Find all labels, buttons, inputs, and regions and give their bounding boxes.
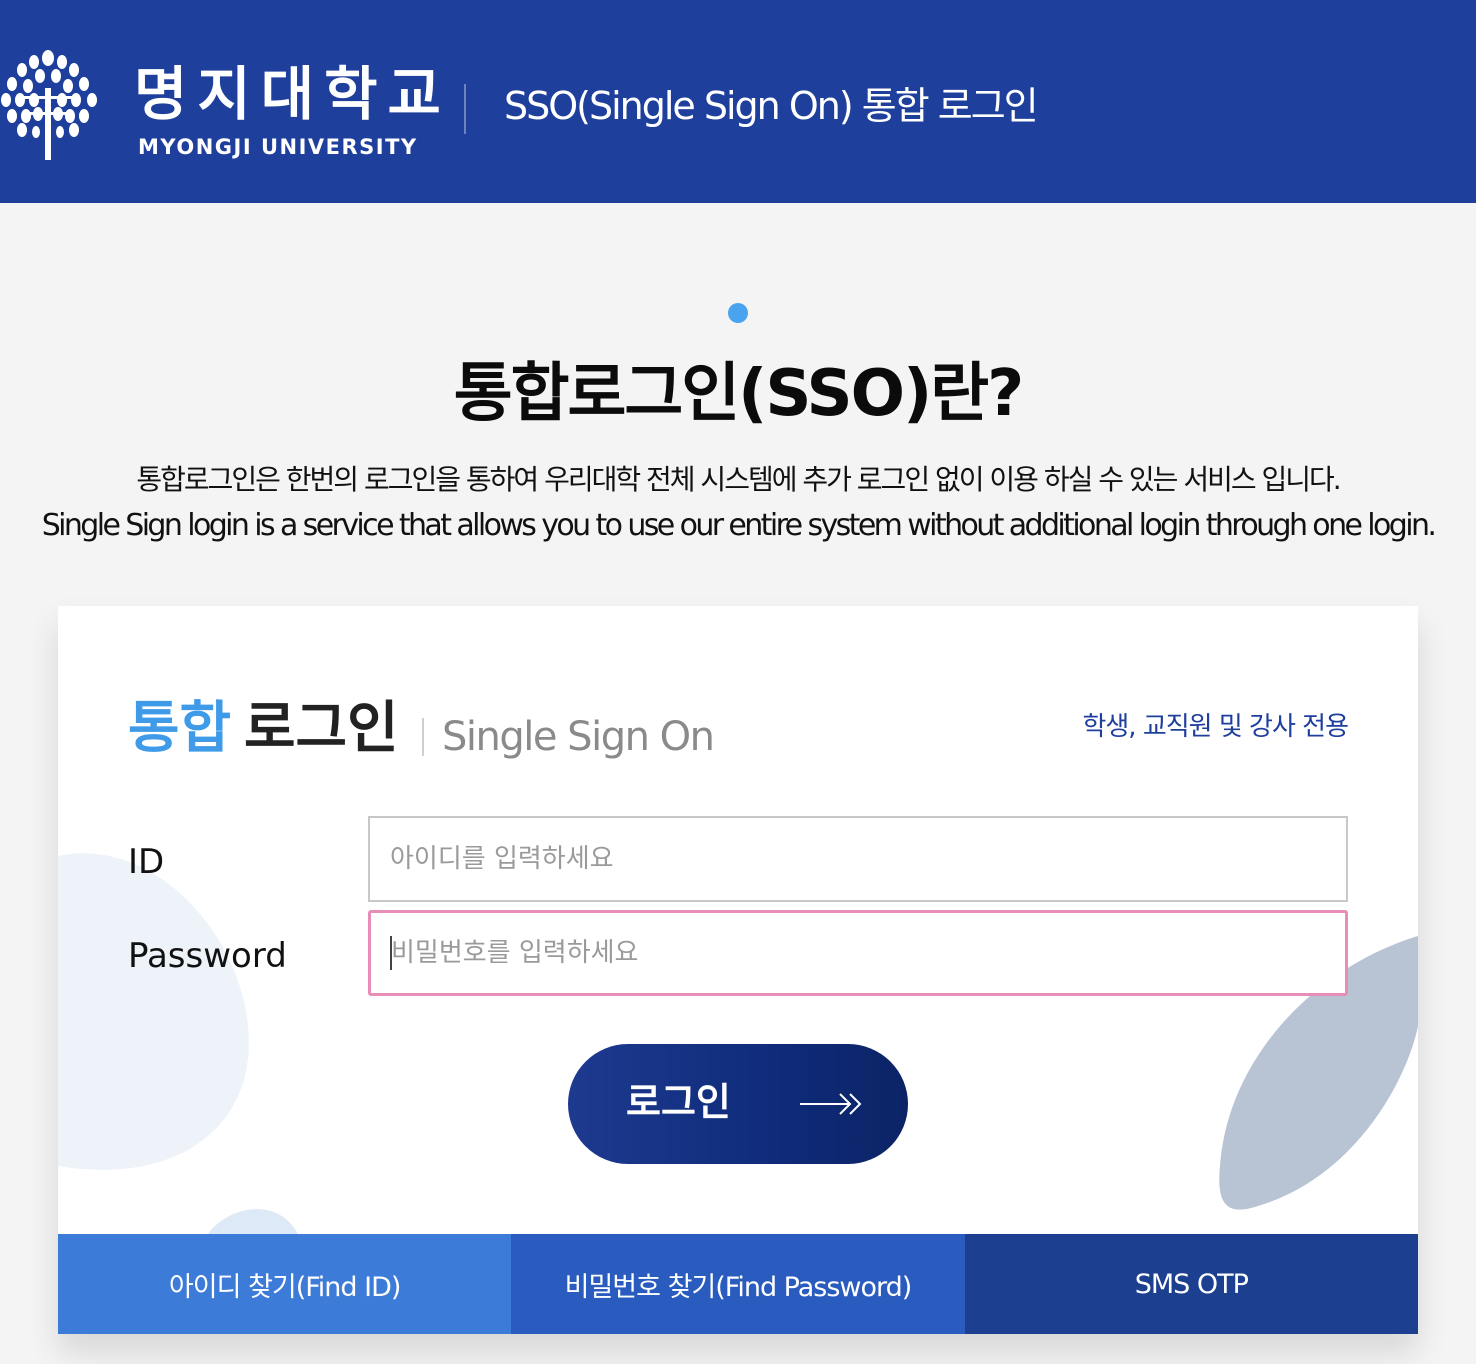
card-title-divider — [422, 718, 424, 756]
sms-otp-link[interactable]: SMS OTP — [964, 1234, 1418, 1334]
bottom-link-bar: 아이디 찾기(Find ID) 비밀번호 찾기(Find Password) S… — [58, 1234, 1418, 1334]
tree-icon — [1, 50, 97, 160]
login-button-label: 로그인 — [626, 1082, 731, 1124]
intro-dot — [728, 303, 748, 323]
university-name-english: MYONGJI UNIVERSITY — [138, 135, 418, 159]
card-title-highlight: 통합 — [128, 696, 232, 761]
password-input[interactable] — [368, 910, 1348, 996]
arrow-right-icon — [800, 1093, 862, 1115]
header-bar: 명지대학교 MYONGJI UNIVERSITY SSO(Single Sign… — [0, 0, 1476, 203]
header-title: SSO(Single Sign On) 통합 로그인 — [504, 84, 1039, 128]
login-card: 통합 로그인 Single Sign On 학생, 교직원 및 강사 전용 ID… — [58, 606, 1418, 1334]
card-subtitle: Single Sign On — [442, 714, 715, 760]
find-password-link[interactable]: 비밀번호 찾기(Find Password) — [511, 1234, 965, 1334]
audience-note: 학생, 교직원 및 강사 전용 — [1082, 712, 1349, 742]
university-name-korean: 명지대학교 — [134, 60, 451, 128]
id-input[interactable] — [368, 816, 1348, 902]
id-label: ID — [128, 842, 165, 882]
find-id-link[interactable]: 아이디 찾기(Find ID) — [58, 1234, 512, 1334]
intro-title: 통합로그인(SSO)란? — [453, 357, 1025, 431]
header-divider — [464, 84, 466, 134]
intro-description-korean: 통합로그인은 한번의 로그인을 통하여 우리대학 전체 시스템에 추가 로그인 … — [136, 463, 1341, 496]
text-cursor — [390, 936, 392, 970]
intro-description-english: Single Sign login is a service that allo… — [41, 508, 1437, 543]
card-title: 로그인 — [244, 696, 399, 761]
login-button[interactable]: 로그인 — [568, 1044, 908, 1164]
password-label: Password — [128, 936, 287, 976]
